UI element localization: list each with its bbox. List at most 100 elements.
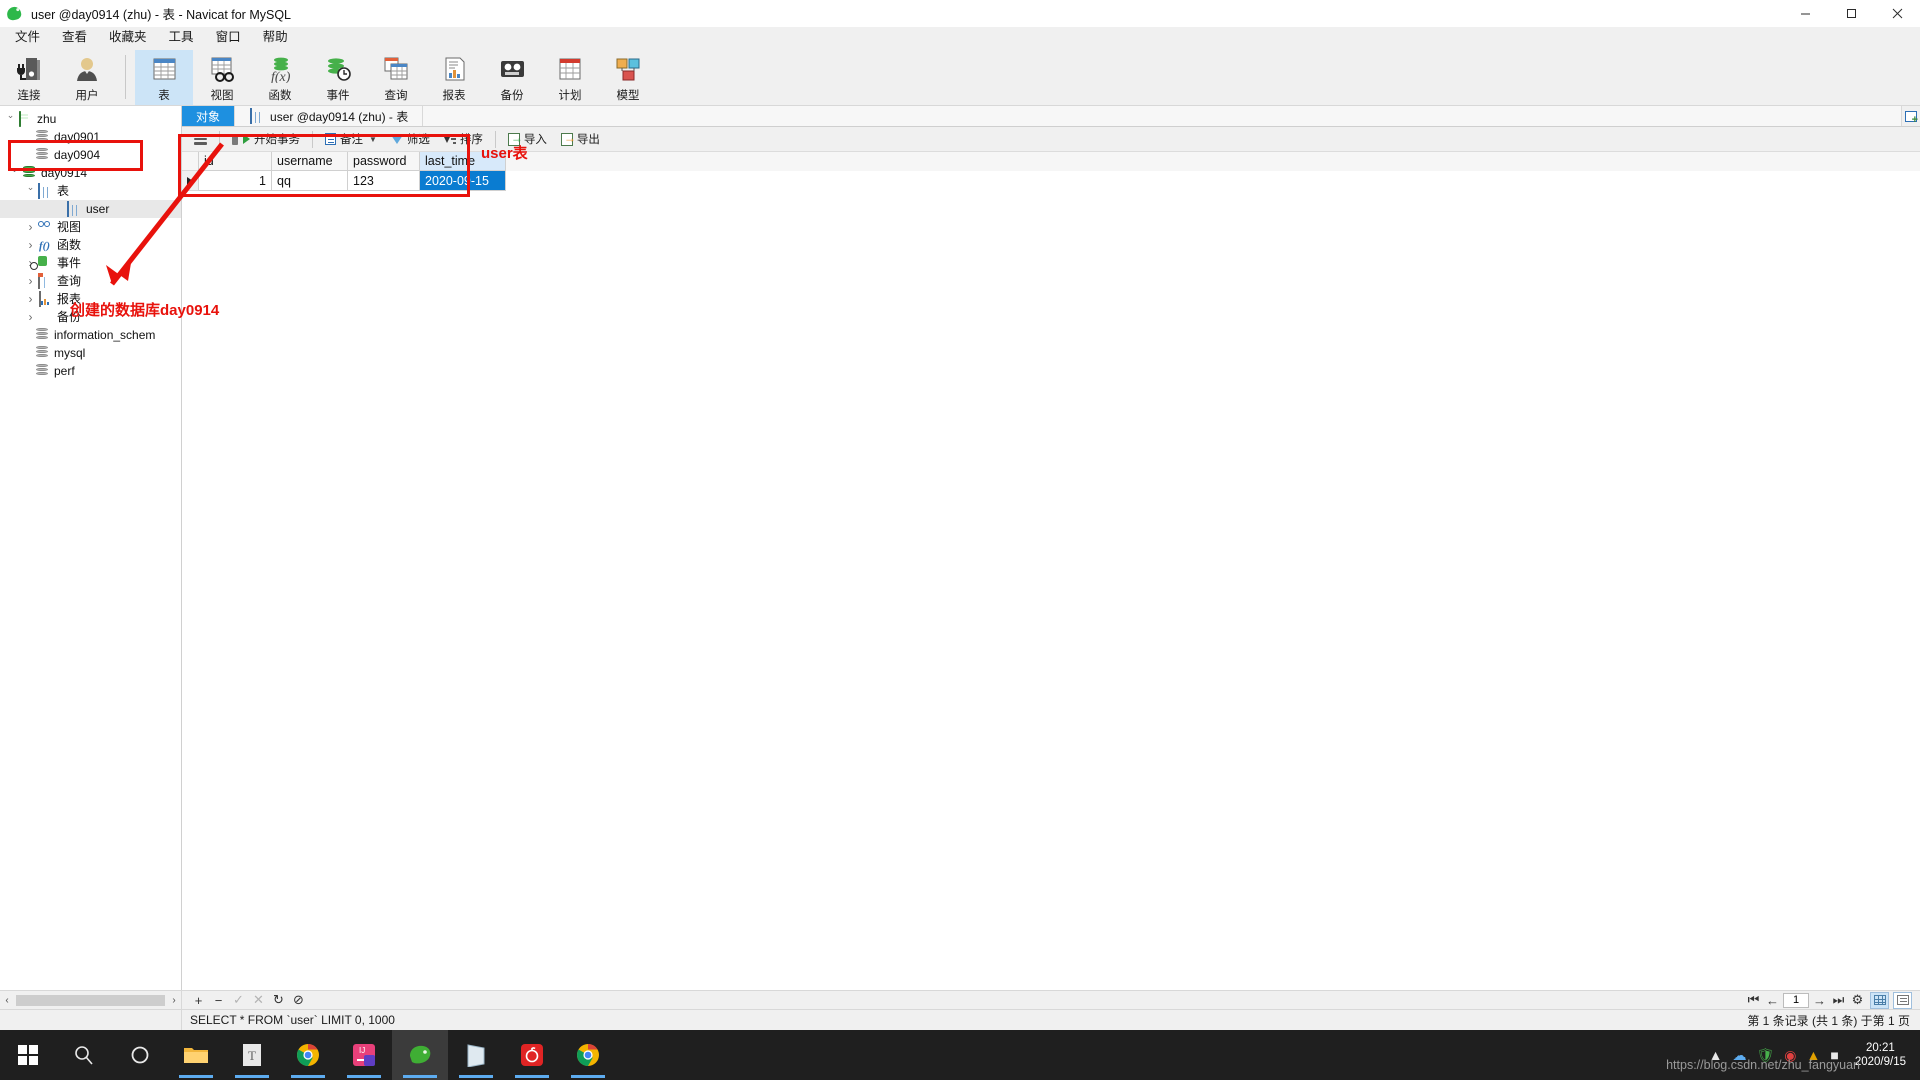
tab-objects[interactable]: 对象	[182, 106, 235, 126]
toolbar-button-event[interactable]: 事件	[309, 50, 367, 105]
toolbar-button-report[interactable]: 报表	[425, 50, 483, 105]
notes-app[interactable]	[448, 1030, 504, 1080]
object-tree-panel: zhu day0901 day0904 day0914	[0, 106, 182, 990]
tab-user-table-label: user @day0914 (zhu) - 表	[270, 108, 408, 125]
tab-user-table[interactable]: user @day0914 (zhu) - 表	[235, 106, 423, 126]
start-button[interactable]	[0, 1030, 56, 1080]
toolbar-button-table[interactable]: 表	[135, 50, 193, 105]
svg-text:T: T	[248, 1048, 256, 1063]
cell-password[interactable]: 123	[348, 171, 420, 191]
chevron-down-icon[interactable]	[8, 164, 21, 182]
grid-settings-button[interactable]: ⚙	[1849, 992, 1866, 1008]
sort-button[interactable]: 排序	[438, 129, 489, 149]
search-button[interactable]	[56, 1030, 112, 1080]
filter-button[interactable]: 筛选	[385, 129, 436, 149]
chevron-right-icon[interactable]	[24, 308, 37, 327]
toolbar-button-function[interactable]: f(x) 函数	[251, 50, 309, 105]
tree-item-functions[interactable]: f() 函数	[0, 236, 181, 254]
tree-item-zhu[interactable]: zhu	[0, 110, 181, 128]
typora-app[interactable]: T	[224, 1030, 280, 1080]
cell-last-time[interactable]: 2020-09-15	[420, 171, 506, 191]
tree-item-views[interactable]: 视图	[0, 218, 181, 236]
tree-item-queries[interactable]: 查询	[0, 272, 181, 290]
add-record-button[interactable]: +	[190, 992, 207, 1008]
delete-record-button[interactable]: −	[210, 992, 227, 1008]
tree-item-reports[interactable]: 报表	[0, 290, 181, 308]
scroll-right-icon[interactable]: ›	[167, 995, 181, 1006]
import-button[interactable]: 导入	[502, 129, 553, 149]
navicat-app[interactable]	[392, 1030, 448, 1080]
tree-item-information-schema[interactable]: information_schem	[0, 326, 181, 344]
chrome-app-2[interactable]	[560, 1030, 616, 1080]
toolbar-button-schedule[interactable]: 计划	[541, 50, 599, 105]
scroll-left-icon[interactable]: ‹	[0, 995, 14, 1006]
menu-file[interactable]: 文件	[4, 27, 51, 48]
tree-item-events[interactable]: 事件	[0, 254, 181, 272]
column-header-username[interactable]: username	[272, 152, 348, 171]
sidebar-horizontal-scrollbar[interactable]: ‹ ›	[0, 991, 182, 1010]
tree-item-backups[interactable]: 备份	[0, 308, 181, 326]
chevron-right-icon[interactable]	[24, 218, 37, 237]
export-button[interactable]: 导出	[555, 129, 606, 149]
tree-item-day0904[interactable]: day0904	[0, 146, 181, 164]
chevron-down-icon[interactable]	[24, 182, 37, 200]
main-toolbar: 连接 用户 表	[0, 49, 1920, 106]
cell-username[interactable]: qq	[272, 171, 348, 191]
first-page-button[interactable]: ⏮	[1745, 992, 1762, 1008]
toolbar-button-model[interactable]: 模型	[599, 50, 657, 105]
column-header-id[interactable]: id	[199, 152, 272, 171]
chevron-right-icon[interactable]	[24, 272, 37, 291]
menu-window[interactable]: 窗口	[205, 27, 252, 48]
bottom-toolbar: ‹ › + − ✓ ✕ ↻ ⊘ ⏮ ← 1 → ⏭ ⚙	[0, 990, 1920, 1009]
new-tab-icon[interactable]	[1902, 106, 1920, 126]
minimize-button[interactable]	[1782, 0, 1828, 27]
next-page-button[interactable]: →	[1811, 992, 1828, 1008]
cell-id[interactable]: 1	[199, 171, 272, 191]
chevron-down-icon[interactable]: ▼	[369, 135, 377, 144]
toolbar-separator	[312, 131, 313, 148]
begin-transaction-button[interactable]: 开始事务	[226, 129, 306, 149]
file-explorer[interactable]	[168, 1030, 224, 1080]
tree-item-tables[interactable]: 表	[0, 182, 181, 200]
close-button[interactable]	[1874, 0, 1920, 27]
grid-view-toggle[interactable]	[1870, 992, 1889, 1009]
page-number-input[interactable]: 1	[1783, 993, 1809, 1008]
tree-item-performance-schema[interactable]: perf	[0, 362, 181, 380]
prev-page-button[interactable]: ←	[1764, 992, 1781, 1008]
toolbar-button-query[interactable]: 查询	[367, 50, 425, 105]
apply-change-button[interactable]: ✓	[230, 992, 247, 1008]
tree-item-user[interactable]: user	[0, 200, 181, 218]
toolbar-button-view[interactable]: 视图	[193, 50, 251, 105]
tree-item-mysql[interactable]: mysql	[0, 344, 181, 362]
chrome-app[interactable]	[280, 1030, 336, 1080]
tree-label: zhu	[37, 110, 56, 128]
intellij-app[interactable]: IJ	[336, 1030, 392, 1080]
tree-item-day0901[interactable]: day0901	[0, 128, 181, 146]
last-page-button[interactable]: ⏭	[1830, 992, 1847, 1008]
menu-help[interactable]: 帮助	[252, 27, 299, 48]
cortana-button[interactable]	[112, 1030, 168, 1080]
tree-item-day0914[interactable]: day0914	[0, 164, 181, 182]
chevron-right-icon[interactable]	[24, 290, 37, 309]
menu-view[interactable]: 查看	[51, 27, 98, 48]
form-view-toggle[interactable]	[1893, 992, 1912, 1009]
refresh-button[interactable]: ↻	[270, 992, 287, 1008]
discard-change-button[interactable]: ✕	[250, 992, 267, 1008]
stop-button[interactable]: ⊘	[290, 992, 307, 1008]
chevron-right-icon[interactable]	[24, 236, 37, 255]
table-row[interactable]: 1 qq 123 2020-09-15	[182, 171, 1920, 191]
chevron-down-icon[interactable]	[4, 110, 17, 128]
column-header-password[interactable]: password	[348, 152, 420, 171]
menu-tools[interactable]: 工具	[158, 27, 205, 48]
scrollbar-thumb[interactable]	[16, 995, 165, 1006]
maximize-button[interactable]	[1828, 0, 1874, 27]
toolbar-button-backup[interactable]: 备份	[483, 50, 541, 105]
tree-label: perf	[54, 362, 75, 380]
netease-music-app[interactable]	[504, 1030, 560, 1080]
toolbar-button-connection[interactable]: 连接	[0, 50, 58, 105]
menu-favorites[interactable]: 收藏夹	[98, 27, 158, 48]
note-button[interactable]: 备注 ▼	[319, 129, 383, 149]
grid-rows-button[interactable]	[188, 129, 213, 149]
column-header-last-time[interactable]: last_time	[420, 152, 506, 171]
toolbar-button-user[interactable]: 用户	[58, 50, 116, 105]
